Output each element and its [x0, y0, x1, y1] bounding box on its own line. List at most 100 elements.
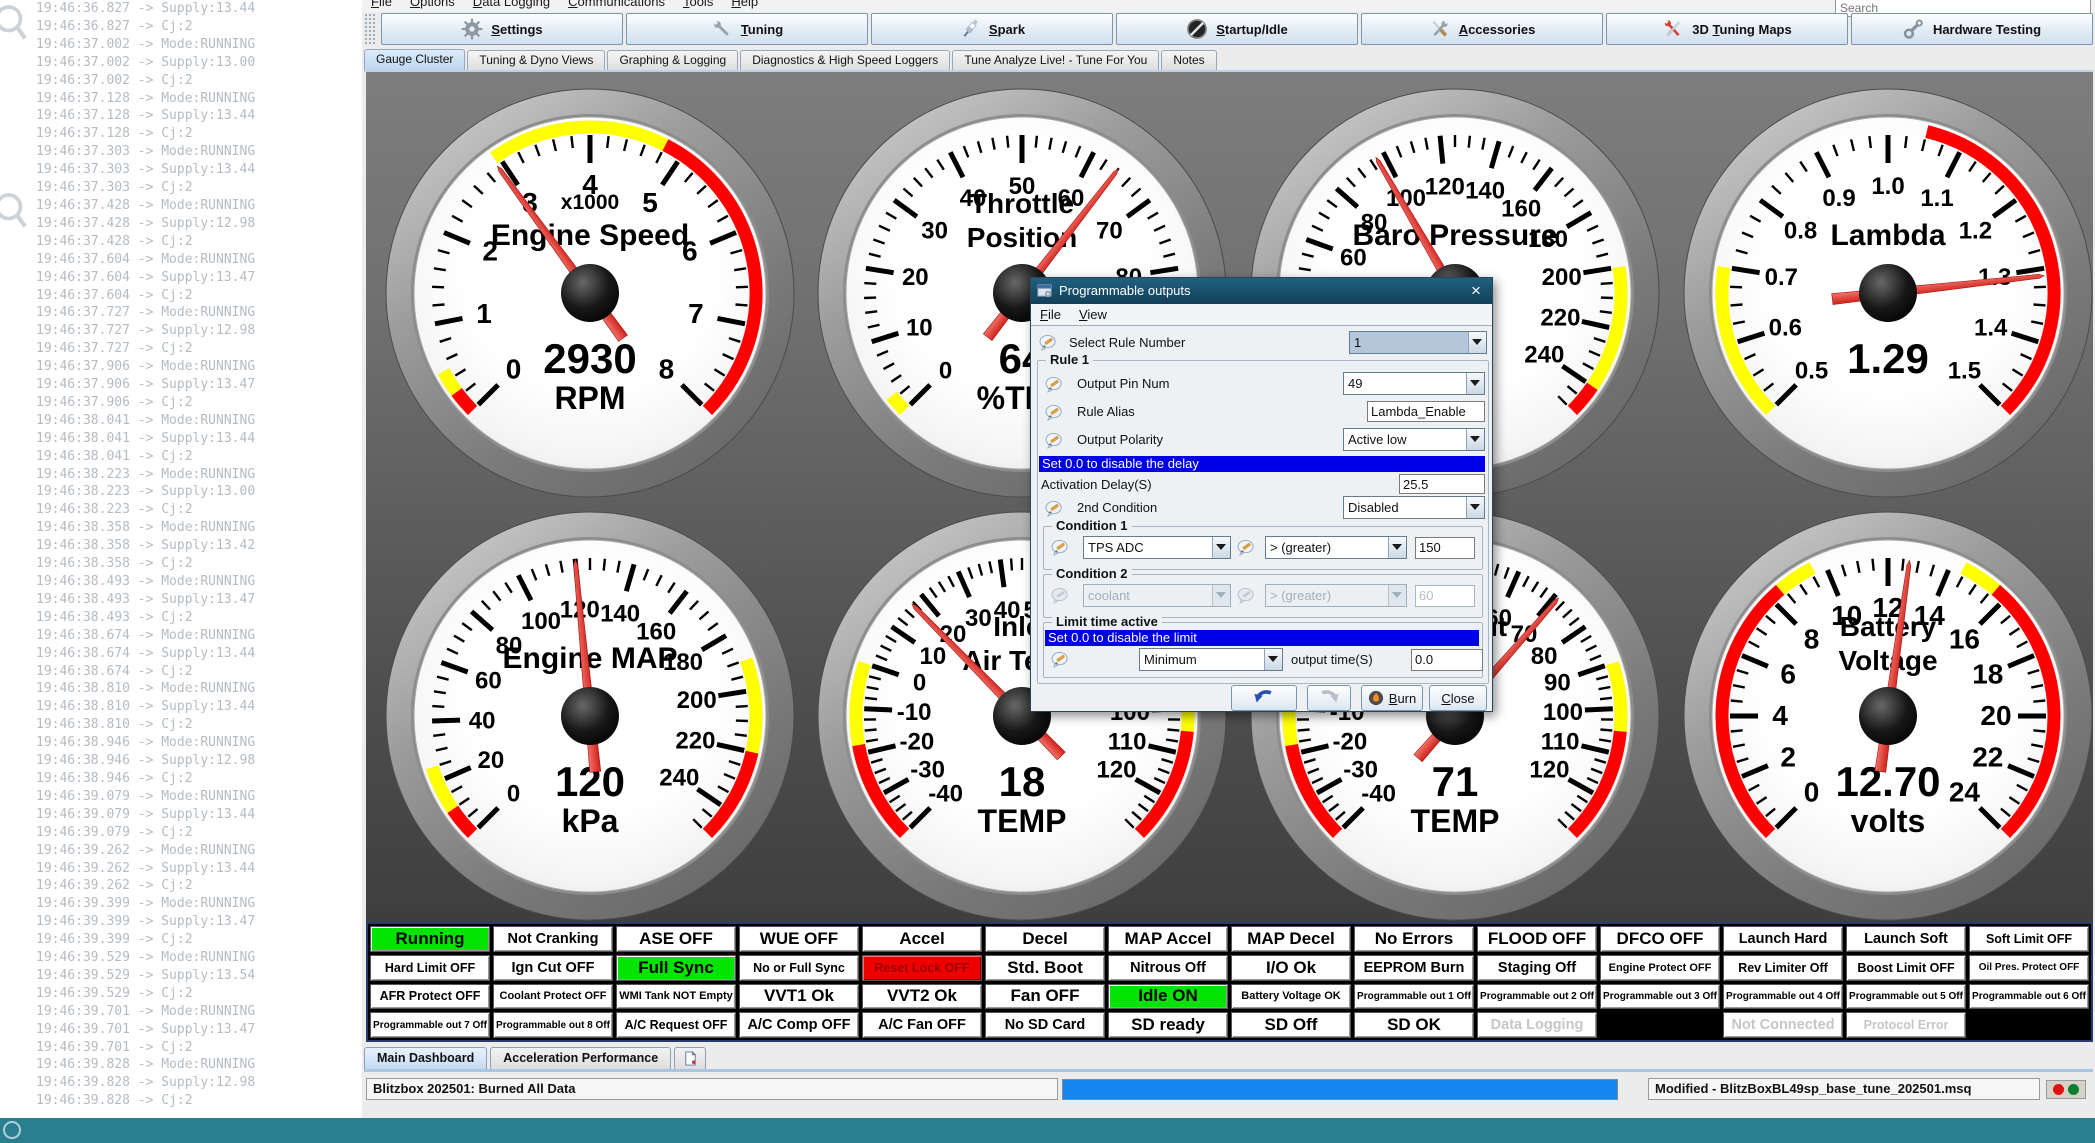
- second-condition-combo[interactable]: Disabled: [1343, 496, 1485, 519]
- svg-text:240: 240: [1524, 342, 1564, 369]
- toolbar-button-spark[interactable]: Spark: [871, 13, 1113, 45]
- rule-alias-field[interactable]: Lambda_Enable: [1367, 401, 1485, 422]
- tuning-maps-icon: [1662, 18, 1684, 40]
- output-time-label: output time(S): [1291, 650, 1373, 670]
- toolbar-button-label: Hardware Testing: [1933, 22, 2041, 37]
- log-line: 19:46:37.906 -> Cj:2: [36, 394, 362, 412]
- indicator-launch-soft: Launch Soft: [1846, 926, 1966, 952]
- indicator-map-accel: MAP Accel: [1108, 926, 1228, 952]
- log-line: 19:46:39.828 -> Cj:2: [36, 1092, 362, 1110]
- tab-tune-analyze-live-tune-for-you[interactable]: Tune Analyze Live! - Tune For You: [952, 50, 1159, 71]
- toolbar-button-settings[interactable]: Settings: [381, 13, 623, 45]
- output-pin-combo[interactable]: 49: [1343, 372, 1485, 395]
- select-rule-combo[interactable]: 1: [1349, 331, 1487, 354]
- condition1-threshold-field[interactable]: 150: [1415, 537, 1475, 559]
- gauge-subtitle: x1000: [561, 191, 619, 214]
- gauge-unit: volts: [1851, 803, 1926, 839]
- footer-bar: [0, 1118, 2095, 1143]
- condition1-title: Condition 1: [1052, 518, 1132, 534]
- dialog-menu-view[interactable]: View: [1070, 307, 1116, 322]
- tab-diagnostics-high-speed-loggers[interactable]: Diagnostics & High Speed Loggers: [740, 50, 950, 71]
- svg-text:-10: -10: [897, 699, 932, 726]
- condition1-operator-combo[interactable]: > (greater): [1265, 536, 1407, 559]
- toolbar-button-hardware-testing[interactable]: Hardware Testing: [1851, 13, 2093, 45]
- gauge-title: Throttle: [970, 188, 1074, 219]
- log-line: 19:46:38.810 -> Cj:2: [36, 716, 362, 734]
- log-line: 19:46:38.810 -> Supply:13.44: [36, 698, 362, 716]
- indicator-wue-off: WUE OFF: [739, 926, 859, 952]
- chevron-down-icon[interactable]: [1468, 332, 1486, 353]
- footer-badge-icon: [3, 1121, 21, 1139]
- menu-item-file[interactable]: File: [362, 0, 401, 9]
- gauge-engine-map: 020406080100120140160180200220240Engine …: [380, 506, 800, 926]
- condition2-channel-combo: coolant: [1083, 584, 1231, 607]
- indicator-map-decel: MAP Decel: [1231, 926, 1351, 952]
- toolbar-button-tuning[interactable]: Tuning: [626, 13, 868, 45]
- svg-text:120: 120: [1096, 757, 1136, 784]
- dialog-menu-file[interactable]: File: [1031, 307, 1070, 322]
- new-dashboard-tab[interactable]: [674, 1047, 706, 1069]
- indicator-ign-cut-off: Ign Cut OFF: [493, 955, 613, 981]
- close-button[interactable]: Close: [1429, 685, 1487, 711]
- dashboard-tab-main-dashboard[interactable]: Main Dashboard: [364, 1047, 487, 1069]
- close-icon[interactable]: ×: [1466, 278, 1486, 304]
- tab-notes[interactable]: Notes: [1161, 50, 1216, 71]
- toolbar-drag-handle[interactable]: [364, 13, 376, 45]
- select-rule-label: Select Rule Number: [1069, 333, 1185, 353]
- indicator-flood-off: FLOOD OFF: [1477, 926, 1597, 952]
- chevron-down-icon[interactable]: [1388, 537, 1406, 558]
- redo-button[interactable]: [1307, 685, 1351, 711]
- tab-gauge-cluster[interactable]: Gauge Cluster: [364, 49, 465, 71]
- tx-led-icon: [2068, 1084, 2079, 1095]
- svg-text:6: 6: [1780, 659, 1796, 690]
- chevron-down-icon[interactable]: [1212, 537, 1230, 558]
- svg-text:0: 0: [506, 353, 522, 384]
- toolbar-button-accessories[interactable]: Accessories: [1361, 13, 1603, 45]
- limit-mode-combo[interactable]: Minimum: [1139, 648, 1283, 671]
- status-message: Blitzbox 202501: Burned All Data: [366, 1078, 1058, 1100]
- undo-button[interactable]: [1231, 685, 1297, 711]
- svg-text:70: 70: [1096, 218, 1123, 245]
- svg-text:140: 140: [1465, 177, 1505, 204]
- toolbar: SettingsTuningSparkStartup/IdleAccessori…: [364, 13, 2093, 45]
- menu-item-tools[interactable]: Tools: [674, 0, 722, 9]
- tab-graphing-logging[interactable]: Graphing & Logging: [607, 50, 738, 71]
- log-line: 19:46:37.428 -> Cj:2: [36, 233, 362, 251]
- tab-tuning-dyno-views[interactable]: Tuning & Dyno Views: [467, 50, 605, 71]
- dashboard-tab-acceleration-performance[interactable]: Acceleration Performance: [490, 1047, 671, 1069]
- menu-item-help[interactable]: Help: [722, 0, 767, 9]
- log-line: 19:46:37.727 -> Cj:2: [36, 340, 362, 358]
- toolbar-button-startup-idle[interactable]: Startup/Idle: [1116, 13, 1358, 45]
- condition1-channel-combo[interactable]: TPS ADC: [1083, 536, 1231, 559]
- dialog-titlebar[interactable]: Programmable outputs ×: [1031, 278, 1492, 304]
- indicator-programmable-out-6-off: Programmable out 6 Off: [1969, 984, 2089, 1010]
- menu-item-data-logging[interactable]: Data Logging: [464, 0, 559, 9]
- menu-item-options[interactable]: Options: [401, 0, 464, 9]
- menu-item-communications[interactable]: Communications: [559, 0, 674, 9]
- chevron-down-icon[interactable]: [1466, 373, 1484, 394]
- gauge-value: 71: [1432, 758, 1479, 805]
- chevron-down-icon[interactable]: [1264, 649, 1282, 670]
- delay-hint-banner: Set 0.0 to disable the delay: [1039, 456, 1485, 472]
- log-line: 19:46:39.529 -> Cj:2: [36, 985, 362, 1003]
- limit-hint-banner: Set 0.0 to disable the limit: [1045, 630, 1479, 646]
- burn-button[interactable]: Burn: [1361, 685, 1423, 711]
- edit-balloon-icon-disabled: [1051, 587, 1070, 604]
- activation-delay-field[interactable]: 25.5: [1399, 474, 1485, 494]
- toolbar-button-3d-tuning-maps[interactable]: 3D Tuning Maps: [1606, 13, 1848, 45]
- svg-text:4: 4: [1772, 700, 1788, 731]
- tune-file-status: Modified - BlitzBoxBL49sp_base_tune_2025…: [1648, 1078, 2040, 1100]
- output-polarity-combo[interactable]: Active low: [1343, 428, 1485, 451]
- output-time-field[interactable]: 0.0: [1411, 649, 1483, 671]
- doc-icon: [683, 1051, 698, 1066]
- indicator-running: Running: [370, 926, 490, 952]
- edit-balloon-icon: [1045, 376, 1064, 393]
- svg-text:0: 0: [1804, 776, 1820, 807]
- chevron-down-icon[interactable]: [1466, 497, 1484, 518]
- log-line: 19:46:38.674 -> Supply:13.44: [36, 645, 362, 663]
- svg-text:100: 100: [1543, 699, 1583, 726]
- log-line: 19:46:38.358 -> Supply:13.42: [36, 537, 362, 555]
- svg-text:220: 220: [1540, 305, 1580, 332]
- chevron-down-icon[interactable]: [1466, 429, 1484, 450]
- svg-text:0: 0: [507, 780, 520, 807]
